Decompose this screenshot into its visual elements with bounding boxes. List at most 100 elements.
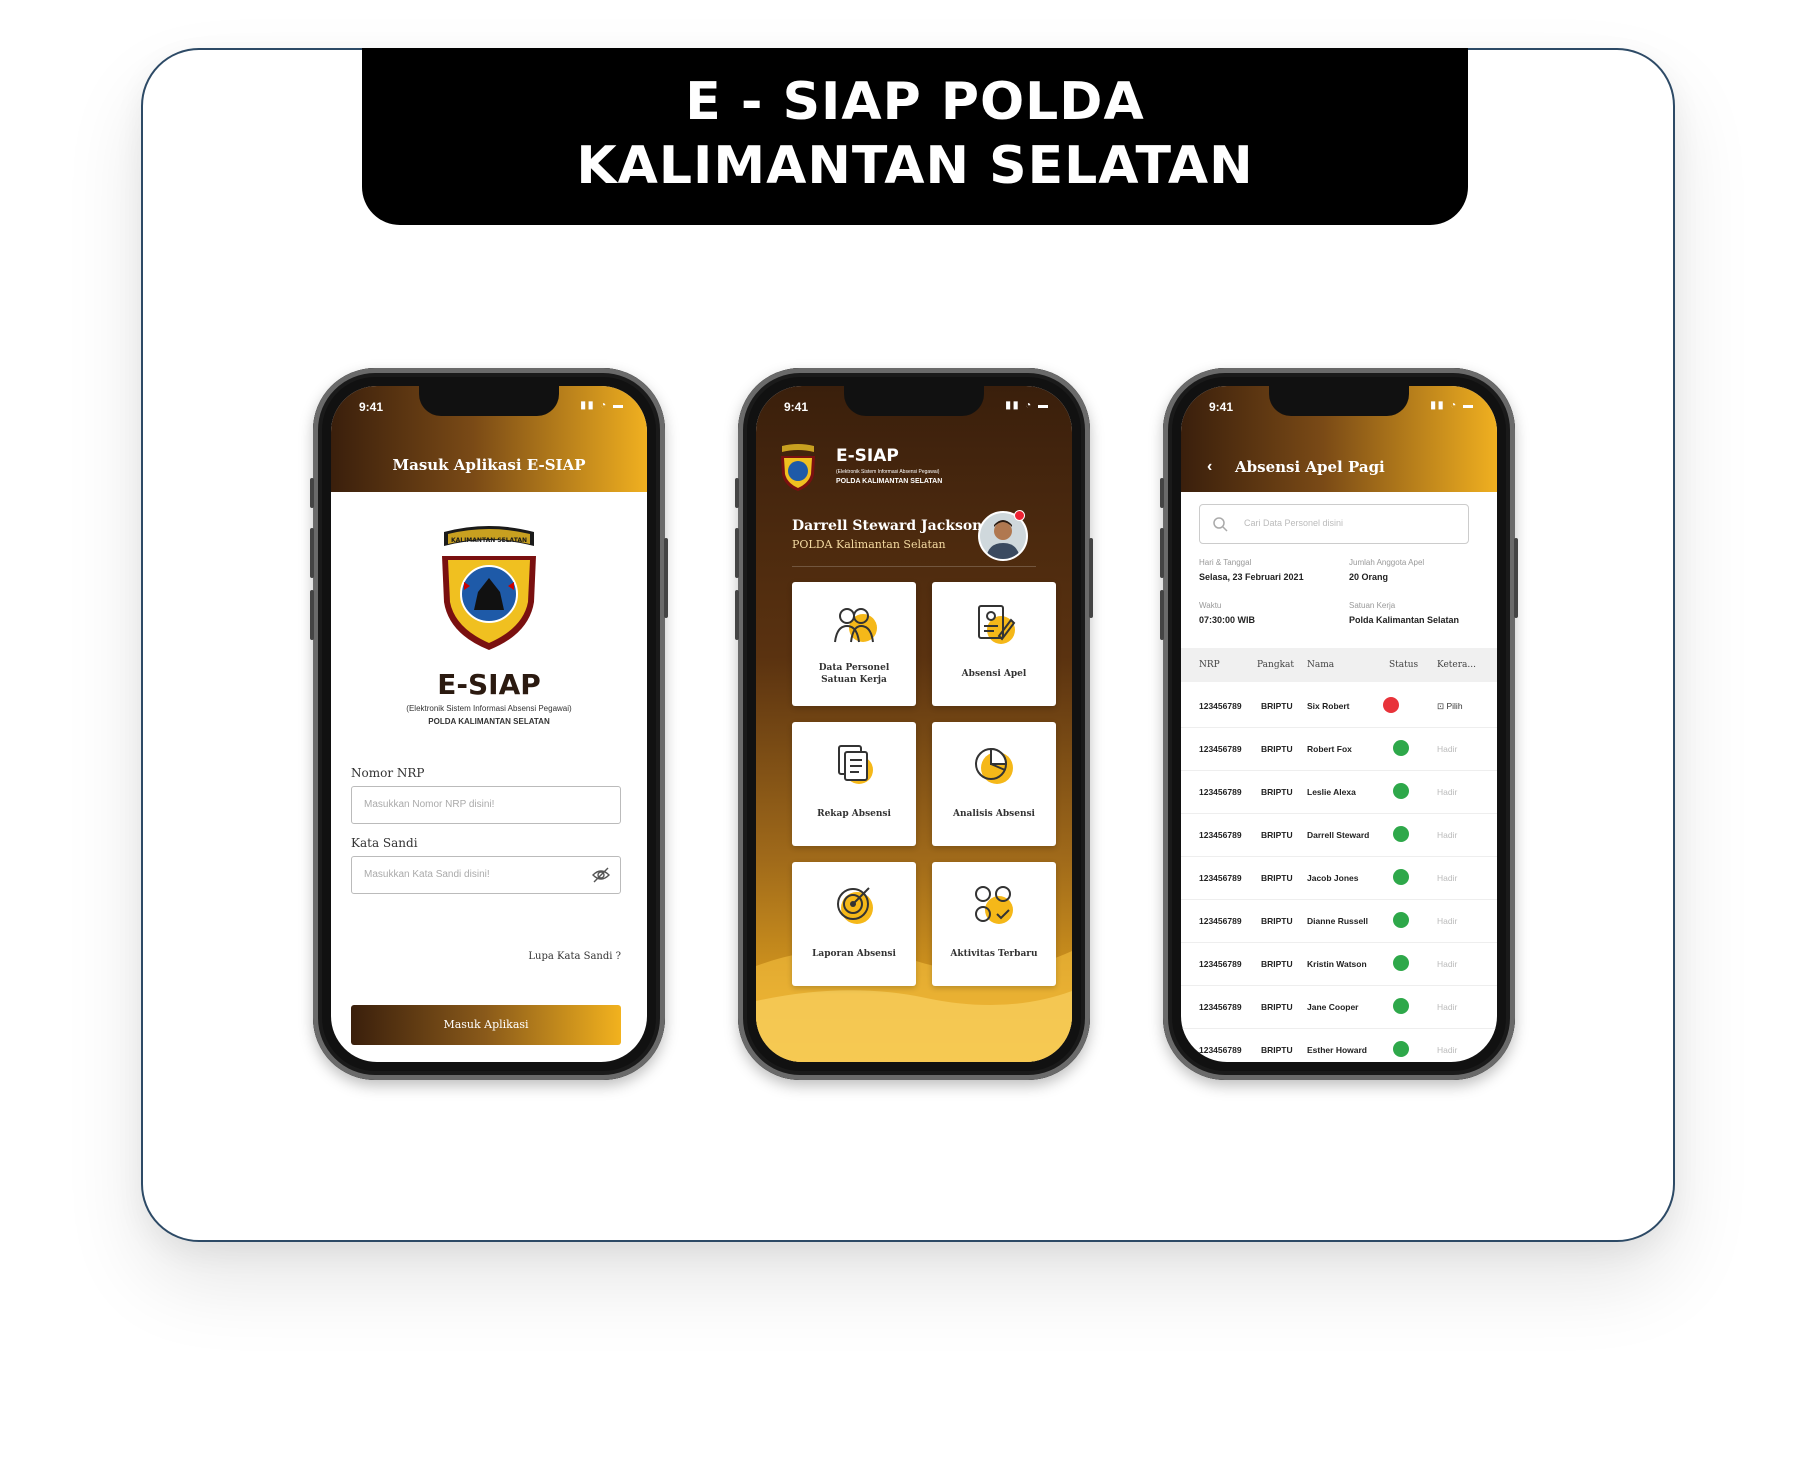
- divider: [792, 566, 1036, 567]
- title-banner: E - SIAP POLDA KALIMANTAN SELATAN: [362, 48, 1468, 225]
- table-row[interactable]: 123456789 BRIPTU Dianne Russell Hadir: [1181, 899, 1497, 943]
- pie-chart-icon: [975, 747, 1013, 784]
- row-name: Jane Cooper: [1307, 1002, 1359, 1012]
- tile-label: Rekap Absensi: [817, 809, 891, 819]
- banner-line-2: KALIMANTAN SELATAN: [576, 136, 1254, 196]
- activity-icon: [975, 886, 1013, 924]
- table-row[interactable]: 123456789 BRIPTU Darrell Steward Hadir: [1181, 813, 1497, 857]
- row-nrp: 123456789: [1199, 1045, 1242, 1055]
- row-name: Robert Fox: [1307, 744, 1352, 754]
- status-toggle[interactable]: [1393, 998, 1409, 1014]
- status-toggle[interactable]: [1393, 1041, 1409, 1057]
- app-name: E-SIAP: [437, 668, 541, 701]
- search-input[interactable]: Cari Data Personel disini: [1199, 504, 1469, 544]
- tile-absensi-apel[interactable]: Absensi Apel: [932, 582, 1056, 706]
- row-nrp: 123456789: [1199, 744, 1242, 754]
- row-note: Hadir: [1437, 787, 1458, 797]
- table-row[interactable]: 123456789 BRIPTU Robert Fox Hadir: [1181, 727, 1497, 771]
- nrp-input[interactable]: Masukkan Nomor NRP disini!: [351, 786, 621, 824]
- dashboard-app-org: POLDA KALIMANTAN SELATAN: [836, 478, 943, 485]
- user-name: Darrell Steward Jackson: [792, 518, 983, 534]
- tile-label: Absensi Apel: [961, 669, 1027, 679]
- row-rank: BRIPTU: [1261, 1002, 1293, 1012]
- password-label: Kata Sandi: [351, 836, 418, 850]
- status-toggle[interactable]: [1393, 826, 1409, 842]
- back-chevron-icon[interactable]: ‹: [1207, 458, 1212, 476]
- status-toggle[interactable]: [1393, 869, 1409, 885]
- row-name: Dianne Russell: [1307, 916, 1368, 926]
- notch: [844, 386, 984, 416]
- status-toggle[interactable]: [1393, 783, 1409, 799]
- police-emblem-small-icon: [781, 444, 815, 491]
- table-row[interactable]: 123456789 BRIPTU Jacob Jones Hadir: [1181, 856, 1497, 900]
- dashboard-app-subtitle: (Elektronik Sistem Informasi Absensi Peg…: [836, 469, 940, 475]
- row-note: Hadir: [1437, 1002, 1458, 1012]
- table-row[interactable]: 123456789 BRIPTU Esther Howard Hadir: [1181, 1028, 1497, 1062]
- tile-aktivitas-terbaru[interactable]: Aktivitas Terbaru: [932, 862, 1056, 986]
- tile-label: Data Personel: [818, 663, 890, 673]
- phone-dashboard: 9:41 ▮▮ ◔ ▬ E-SIAP (Elektronik Sistem In…: [735, 368, 1093, 1080]
- document-stack-icon: [838, 745, 873, 784]
- tile-label: Laporan Absensi: [812, 949, 896, 959]
- column-nama: Nama: [1307, 660, 1335, 670]
- row-rank: BRIPTU: [1261, 916, 1293, 926]
- row-name: Darrell Steward: [1307, 830, 1370, 840]
- table-row[interactable]: 123456789 BRIPTU Six Robert ⊡ Pilih: [1181, 684, 1497, 728]
- row-note: Hadir: [1437, 830, 1458, 840]
- count-label: Jumlah Anggota Apel: [1349, 558, 1425, 567]
- status-toggle[interactable]: [1393, 955, 1409, 971]
- table-row[interactable]: 123456789 BRIPTU Kristin Watson Hadir: [1181, 942, 1497, 986]
- password-placeholder: Masukkan Kata Sandi disini!: [364, 869, 490, 880]
- column-keterangan: Ketera...: [1437, 660, 1477, 670]
- tile-analisis-absensi[interactable]: Analisis Absensi: [932, 722, 1056, 846]
- tile-laporan-absensi[interactable]: Laporan Absensi: [792, 862, 916, 986]
- count-value: 20 Orang: [1349, 572, 1389, 582]
- status-toggle[interactable]: [1383, 697, 1399, 713]
- unit-label: Satuan Kerja: [1349, 601, 1396, 610]
- row-nrp: 123456789: [1199, 701, 1242, 711]
- tile-data-personel[interactable]: Data Personel Satuan Kerja: [792, 582, 916, 706]
- row-name: Esther Howard: [1307, 1045, 1367, 1055]
- row-nrp: 123456789: [1199, 787, 1242, 797]
- tile-rekap-absensi[interactable]: Rekap Absensi: [792, 722, 916, 846]
- notch: [1269, 386, 1409, 416]
- row-rank: BRIPTU: [1261, 701, 1293, 711]
- personnel-icon: [834, 608, 877, 643]
- status-toggle[interactable]: [1393, 740, 1409, 756]
- table-row[interactable]: 123456789 BRIPTU Jane Cooper Hadir: [1181, 985, 1497, 1029]
- row-rank: BRIPTU: [1261, 959, 1293, 969]
- row-note[interactable]: ⊡ Pilih: [1437, 701, 1463, 712]
- forgot-password-link[interactable]: Lupa Kata Sandi ?: [528, 951, 621, 962]
- status-time: 9:41: [784, 400, 809, 414]
- status-toggle[interactable]: [1393, 912, 1409, 928]
- tile-label-2: Satuan Kerja: [821, 675, 887, 685]
- column-pangkat: Pangkat: [1257, 660, 1295, 670]
- signal-wifi-battery-icon: ▮▮ ◔ ▬: [580, 400, 625, 411]
- date-label: Hari & Tanggal: [1199, 558, 1252, 567]
- login-button[interactable]: Masuk Aplikasi: [351, 1005, 621, 1045]
- attendance-form-icon: [978, 605, 1016, 644]
- row-nrp: 123456789: [1199, 916, 1242, 926]
- attendance-title: Absensi Apel Pagi: [1235, 458, 1385, 476]
- column-status: Status: [1389, 660, 1419, 670]
- unit-value: Polda Kalimantan Selatan: [1349, 615, 1460, 625]
- row-rank: BRIPTU: [1261, 1045, 1293, 1055]
- row-rank: BRIPTU: [1261, 830, 1293, 840]
- password-input[interactable]: Masukkan Kata Sandi disini!: [351, 856, 621, 894]
- signal-wifi-battery-icon: ▮▮ ◔ ▬: [1005, 400, 1050, 411]
- row-name: Leslie Alexa: [1307, 787, 1356, 797]
- police-emblem-icon: KALIMANTAN SELATAN: [442, 526, 536, 650]
- search-icon: [1213, 517, 1228, 532]
- table-row[interactable]: 123456789 BRIPTU Leslie Alexa Hadir: [1181, 770, 1497, 814]
- date-value: Selasa, 23 Februari 2021: [1199, 572, 1304, 582]
- notification-dot: [1014, 510, 1025, 521]
- row-name: Jacob Jones: [1307, 873, 1359, 883]
- app-org: POLDA KALIMANTAN SELATAN: [428, 717, 550, 726]
- eye-off-icon[interactable]: [592, 867, 610, 883]
- banner-line-1: E - SIAP POLDA: [685, 72, 1145, 132]
- nrp-label: Nomor NRP: [351, 766, 425, 780]
- row-note: Hadir: [1437, 744, 1458, 754]
- tile-label: Aktivitas Terbaru: [950, 949, 1038, 959]
- phone-attendance: 9:41 ▮▮ ◔ ▬ ‹ Absensi Apel Pagi Cari Dat…: [1160, 368, 1518, 1080]
- row-note: Hadir: [1437, 959, 1458, 969]
